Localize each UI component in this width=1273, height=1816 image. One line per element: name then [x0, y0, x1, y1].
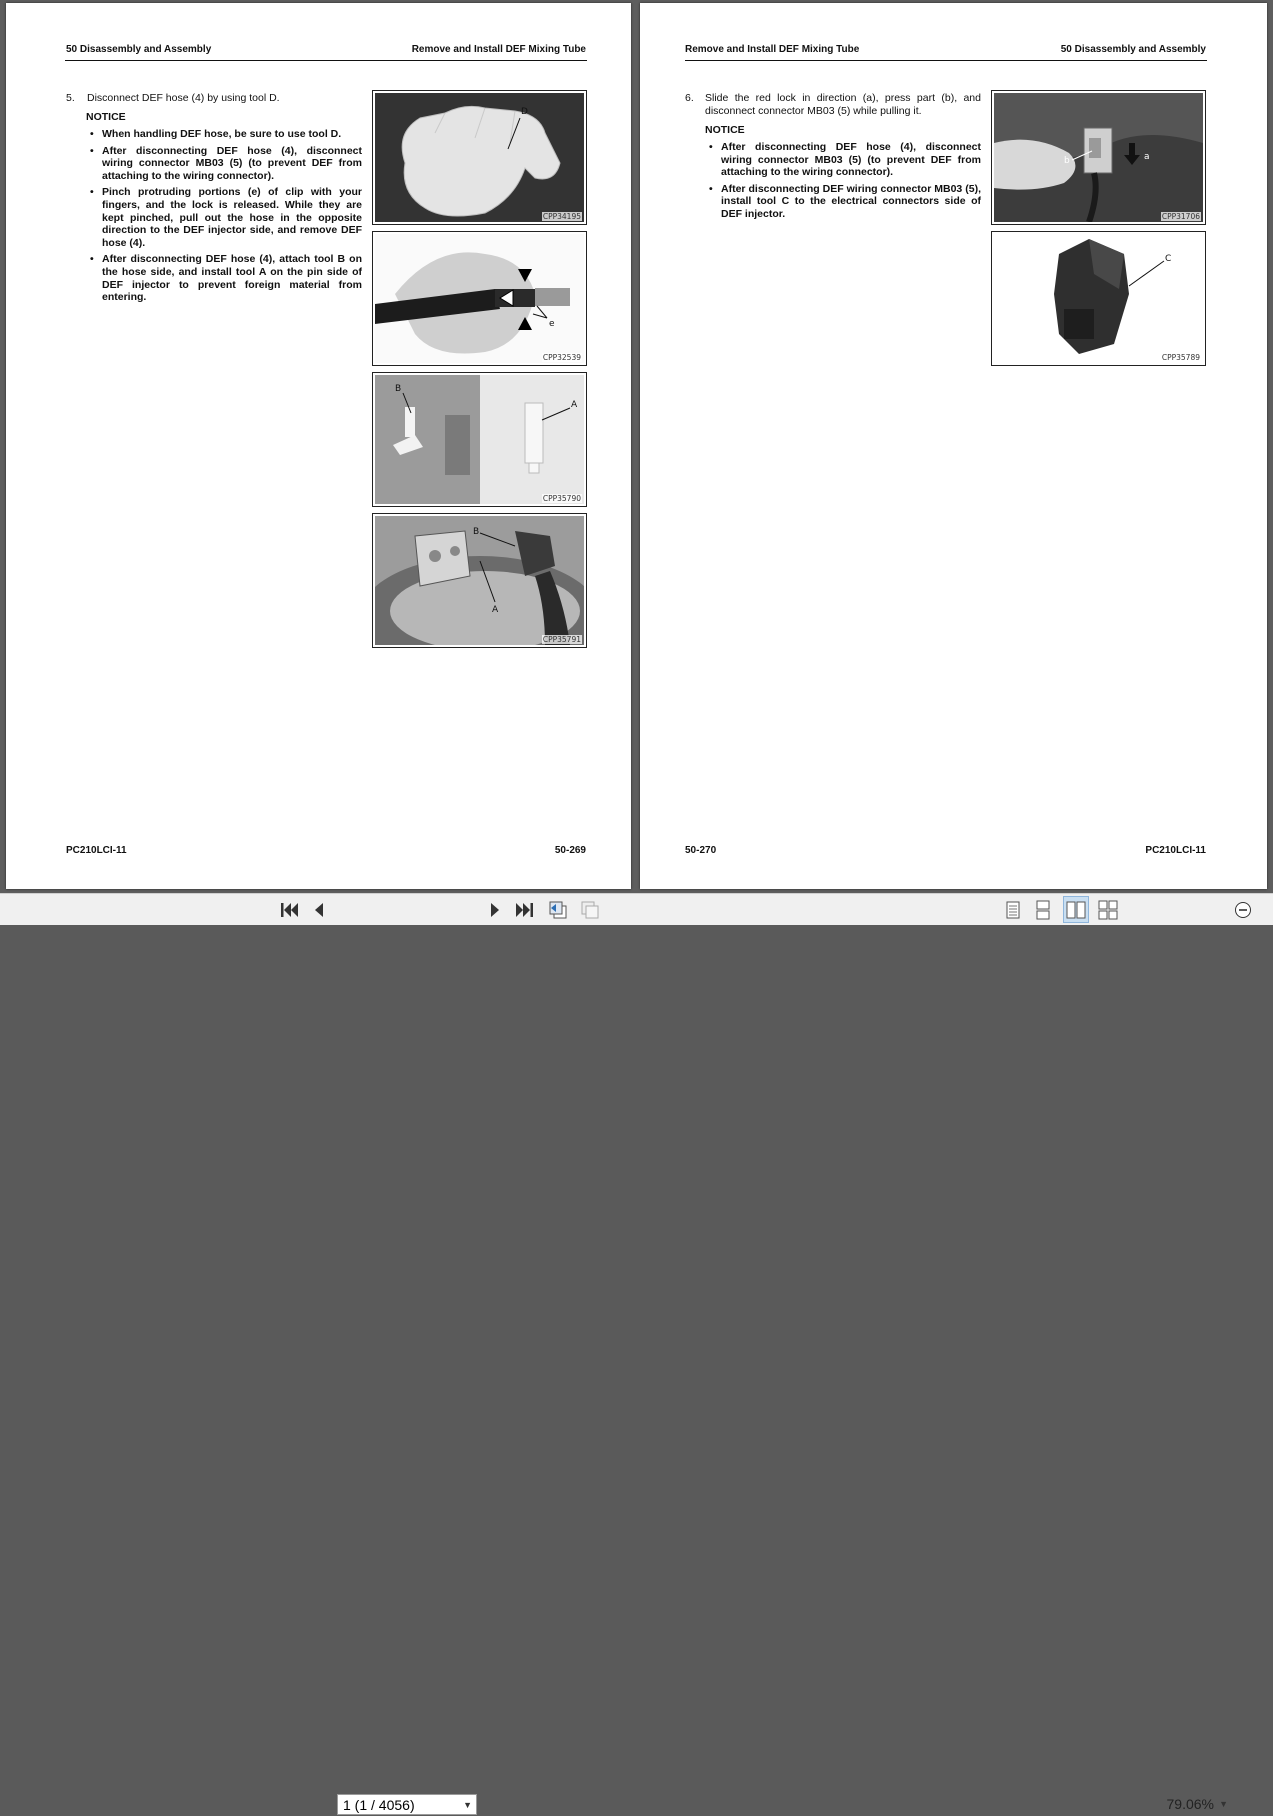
first-page-icon — [281, 902, 298, 917]
document-page-left: 50 Disassembly and Assembly Remove and I… — [6, 3, 631, 889]
notice-list: When handling DEF hose, be sure to use t… — [86, 128, 362, 308]
figure-hose: e CPP32539 — [372, 231, 587, 366]
tools-photo: B A — [375, 375, 584, 504]
header-rule — [65, 60, 587, 61]
previous-page-icon — [315, 902, 323, 917]
figure-label: D — [521, 107, 528, 117]
step-text: Slide the red lock in direction (a), pre… — [705, 92, 981, 117]
zoom-level: 79.06% — [1166, 1796, 1214, 1812]
injector-photo: B A — [375, 516, 584, 645]
continuous-facing-view-button[interactable] — [1095, 894, 1121, 925]
facing-view-button[interactable] — [1063, 896, 1089, 923]
next-view-icon — [581, 901, 599, 918]
zoom-out-icon — [1235, 901, 1251, 918]
step-number: 5. — [66, 92, 75, 104]
figure-glove: D CPP34195 — [372, 90, 587, 225]
last-page-button[interactable] — [512, 894, 538, 925]
glove-photo: D — [375, 93, 584, 222]
last-page-icon — [516, 902, 533, 917]
next-page-icon — [491, 902, 499, 917]
notice-heading: NOTICE — [86, 111, 126, 123]
figure-code: CPP35789 — [1160, 353, 1201, 362]
notice-item: After disconnecting DEF hose (4), discon… — [705, 141, 981, 179]
facing-view-icon — [1066, 901, 1086, 918]
zoom-out-button[interactable] — [1232, 894, 1254, 925]
notice-item: After disconnecting DEF hose (4), discon… — [86, 145, 362, 183]
connector-release-photo: b a — [994, 93, 1203, 222]
single-page-view-icon — [1006, 901, 1020, 918]
figure-label: e — [549, 319, 555, 329]
previous-view-button[interactable] — [545, 894, 571, 925]
chevron-down-icon[interactable]: ▼ — [463, 1795, 472, 1816]
figure-label: A — [492, 605, 499, 615]
document-page-right: Remove and Install DEF Mixing Tube 50 Di… — [640, 3, 1267, 889]
continuous-view-button[interactable] — [1031, 894, 1055, 925]
hose-photo: e — [375, 234, 584, 363]
previous-view-icon — [549, 901, 567, 918]
step-number: 6. — [685, 92, 694, 104]
figure-code: CPP31706 — [1160, 212, 1201, 221]
figure-label: B — [473, 527, 479, 537]
figure-connector-release: b a CPP31706 — [991, 90, 1206, 225]
document-viewport[interactable]: 50 Disassembly and Assembly Remove and I… — [0, 0, 1273, 893]
page-footer-model: PC210LCI-11 — [66, 845, 127, 856]
page-footer-number: 50-269 — [554, 845, 586, 856]
tool-c-photo: C — [994, 234, 1203, 363]
page-header-section: 50 Disassembly and Assembly — [66, 44, 212, 55]
figure-code: CPP35790 — [541, 494, 582, 503]
first-page-button[interactable] — [276, 894, 302, 925]
chevron-down-icon[interactable]: ▼ — [1219, 1794, 1228, 1815]
figure-label: b — [1064, 156, 1070, 166]
figure-label: B — [395, 384, 401, 394]
next-view-button[interactable] — [577, 894, 603, 925]
page-number-input[interactable]: 1 (1 / 4056) ▼ — [337, 1794, 477, 1815]
step-text: Disconnect DEF hose (4) by using tool D. — [87, 92, 280, 104]
figure-tools: B A CPP35790 — [372, 372, 587, 507]
continuous-facing-view-icon — [1098, 900, 1118, 919]
notice-list: After disconnecting DEF hose (4), discon… — [705, 141, 981, 225]
figure-code: CPP34195 — [541, 212, 582, 221]
figure-label: C — [1165, 254, 1171, 264]
page-header-section: 50 Disassembly and Assembly — [1060, 44, 1206, 55]
figure-injector: B A CPP35791 — [372, 513, 587, 648]
navigation-toolbar: 1 (1 / 4056) ▼ 79.06% ▼ — [0, 893, 1273, 1815]
page-indicator: 1 (1 / 4056) — [343, 1797, 415, 1813]
figure-label: a — [1144, 152, 1150, 162]
notice-item: When handling DEF hose, be sure to use t… — [86, 128, 362, 141]
page-footer-number: 50-270 — [685, 845, 717, 856]
zoom-select[interactable]: 79.06% ▼ — [1134, 1794, 1232, 1815]
single-page-view-button[interactable] — [1001, 894, 1025, 925]
figure-tool-c: C CPP35789 — [991, 231, 1206, 366]
notice-item: Pinch protruding portions (e) of clip wi… — [86, 186, 362, 249]
figure-code: CPP35791 — [541, 635, 582, 644]
figure-label: A — [571, 400, 578, 410]
page-footer-model: PC210LCI-11 — [1145, 845, 1206, 856]
previous-page-button[interactable] — [306, 894, 332, 925]
figure-code: CPP32539 — [541, 353, 582, 362]
notice-heading: NOTICE — [705, 124, 745, 136]
next-page-button[interactable] — [482, 894, 508, 925]
header-rule — [685, 60, 1207, 61]
notice-item: After disconnecting DEF wiring connector… — [705, 183, 981, 221]
page-header-title: Remove and Install DEF Mixing Tube — [685, 44, 860, 55]
page-header-title: Remove and Install DEF Mixing Tube — [411, 44, 586, 55]
continuous-view-icon — [1036, 900, 1050, 919]
notice-item: After disconnecting DEF hose (4), attach… — [86, 253, 362, 303]
